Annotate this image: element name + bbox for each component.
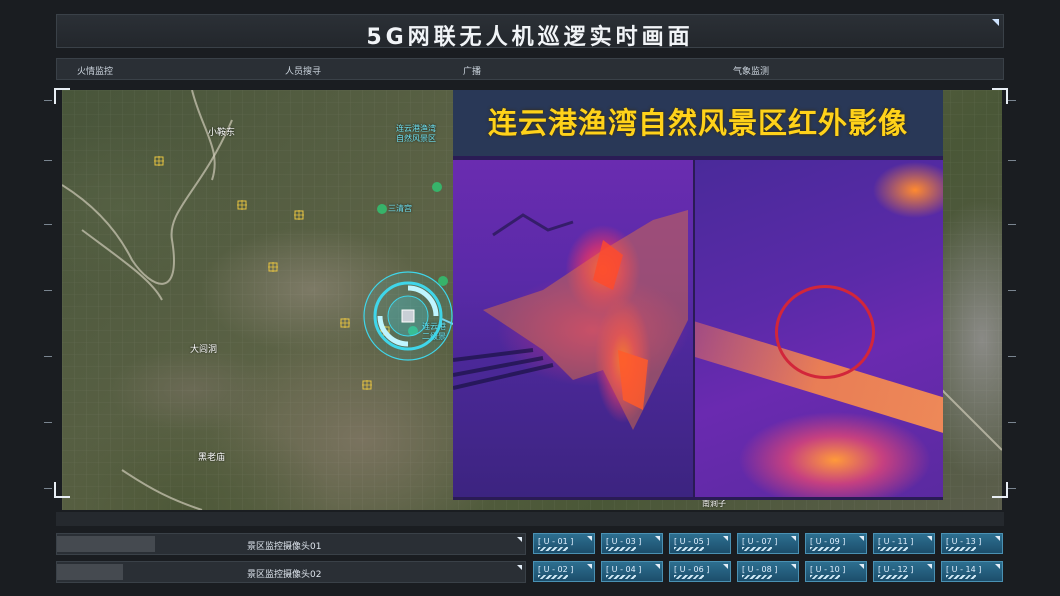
unit-corner-mark <box>587 564 592 569</box>
poi-label-scenic[interactable]: 连云港渔湾 自然风景区 <box>396 124 436 144</box>
poi-label-line: 连云港渔湾 <box>396 124 436 133</box>
crosshair-marker-icon[interactable] <box>237 200 247 210</box>
unit-button-u02[interactable]: [ U - 02 ] <box>533 561 595 582</box>
camera-corner-mark <box>517 537 522 542</box>
poi-marker-icon[interactable] <box>432 182 442 192</box>
nav-fire-monitor[interactable]: 火情监控 <box>77 64 113 77</box>
unit-label: [ U - 11 ] <box>878 537 914 546</box>
map-label-village: 小鞍东 <box>208 128 236 138</box>
camera-progress-bar <box>57 564 123 580</box>
unit-label: [ U - 01 ] <box>538 537 574 546</box>
unit-stripe <box>742 575 772 579</box>
unit-stripe <box>810 547 840 551</box>
unit-corner-mark <box>655 536 660 541</box>
unit-button-u07[interactable]: [ U - 07 ] <box>737 533 799 554</box>
infrared-title: 连云港渔湾自然风景区红外影像 <box>487 106 908 140</box>
unit-label: [ U - 10 ] <box>810 565 846 574</box>
nav-bar: 火情监控 人员搜寻 广播 气象监测 <box>56 58 1004 80</box>
unit-stripe <box>878 575 908 579</box>
camera-row-01[interactable]: 景区监控摄像头01 <box>56 533 526 555</box>
unit-corner-mark <box>927 564 932 569</box>
unit-stripe <box>742 547 772 551</box>
unit-corner-mark <box>859 536 864 541</box>
unit-corner-mark <box>859 564 864 569</box>
nav-weather[interactable]: 气象监测 <box>733 64 769 77</box>
unit-corner-mark <box>723 564 728 569</box>
unit-button-u13[interactable]: [ U - 13 ] <box>941 533 1003 554</box>
drone-position-icon[interactable] <box>360 268 456 364</box>
crosshair-marker-icon[interactable] <box>294 210 304 220</box>
infrared-target-circle[interactable] <box>775 285 875 379</box>
unit-corner-mark <box>927 536 932 541</box>
unit-button-u06[interactable]: [ U - 06 ] <box>669 561 731 582</box>
title-corner-mark <box>992 19 999 26</box>
crosshair-marker-icon[interactable] <box>268 262 278 272</box>
infrared-image-left[interactable] <box>453 160 693 497</box>
unit-corner-mark <box>995 536 1000 541</box>
unit-label: [ U - 03 ] <box>606 537 642 546</box>
unit-stripe <box>674 547 704 551</box>
unit-stripe <box>606 547 636 551</box>
unit-corner-mark <box>995 564 1000 569</box>
unit-label: [ U - 14 ] <box>946 565 982 574</box>
unit-label: [ U - 06 ] <box>674 565 710 574</box>
map-footer-strip <box>56 512 1004 526</box>
camera-corner-mark <box>517 565 522 570</box>
crosshair-marker-icon[interactable] <box>340 318 350 328</box>
unit-corner-mark <box>655 564 660 569</box>
crosshair-marker-icon[interactable] <box>362 380 372 390</box>
unit-button-u04[interactable]: [ U - 04 ] <box>601 561 663 582</box>
camera-row-02[interactable]: 景区监控摄像头02 <box>56 561 526 583</box>
poi-marker-icon[interactable] <box>377 204 387 214</box>
unit-stripe <box>810 575 840 579</box>
infrared-image-right[interactable] <box>695 160 943 497</box>
poi-label-line: 自然风景区 <box>396 134 436 143</box>
camera-label: 景区监控摄像头02 <box>247 570 322 580</box>
unit-corner-mark <box>791 536 796 541</box>
unit-button-u05[interactable]: [ U - 05 ] <box>669 533 731 554</box>
unit-label: [ U - 08 ] <box>742 565 778 574</box>
unit-label: [ U - 13 ] <box>946 537 982 546</box>
crosshair-marker-icon[interactable] <box>154 156 164 166</box>
unit-label: [ U - 04 ] <box>606 565 642 574</box>
nav-person-search[interactable]: 人员搜寻 <box>285 64 321 77</box>
title-bar: 5G网联无人机巡逻实时画面 <box>56 14 1004 50</box>
unit-button-u08[interactable]: [ U - 08 ] <box>737 561 799 582</box>
unit-button-u10[interactable]: [ U - 10 ] <box>805 561 867 582</box>
camera-label: 景区监控摄像头01 <box>247 542 322 552</box>
unit-button-u14[interactable]: [ U - 14 ] <box>941 561 1003 582</box>
unit-button-u01[interactable]: [ U - 01 ] <box>533 533 595 554</box>
unit-stripe <box>606 575 636 579</box>
unit-label: [ U - 07 ] <box>742 537 778 546</box>
unit-stripe <box>538 547 568 551</box>
unit-label: [ U - 02 ] <box>538 565 574 574</box>
poi-label-small[interactable]: 三清宫 <box>388 204 412 214</box>
infrared-terrain-shape <box>453 210 688 430</box>
unit-button-u09[interactable]: [ U - 09 ] <box>805 533 867 554</box>
camera-progress-bar <box>57 536 156 552</box>
unit-button-u12[interactable]: [ U - 12 ] <box>873 561 935 582</box>
unit-label: [ U - 12 ] <box>878 565 914 574</box>
unit-stripe <box>946 575 976 579</box>
unit-stripe <box>946 547 976 551</box>
page-title: 5G网联无人机巡逻实时画面 <box>366 25 694 50</box>
unit-stripe <box>538 575 568 579</box>
unit-button-u11[interactable]: [ U - 11 ] <box>873 533 935 554</box>
unit-corner-mark <box>791 564 796 569</box>
nav-broadcast[interactable]: 广播 <box>463 64 481 77</box>
unit-corner-mark <box>587 536 592 541</box>
map-label-village: 大闾洞 <box>190 345 218 355</box>
unit-stripe <box>878 547 908 551</box>
unit-label: [ U - 09 ] <box>810 537 846 546</box>
map-label-village: 黑老庙 <box>198 453 226 463</box>
unit-corner-mark <box>723 536 728 541</box>
unit-button-u03[interactable]: [ U - 03 ] <box>601 533 663 554</box>
unit-label: [ U - 05 ] <box>674 537 710 546</box>
unit-stripe <box>674 575 704 579</box>
